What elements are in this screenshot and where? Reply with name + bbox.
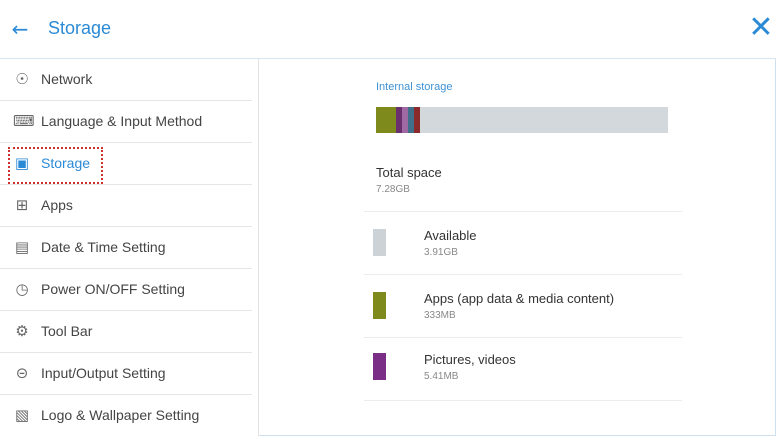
sidebar-item-date-time[interactable]: ▤ Date & Time Setting	[0, 227, 252, 269]
section-title: Internal storage	[376, 81, 453, 93]
calendar-icon: ▤	[14, 238, 30, 256]
storage-row-value: 5.41MB	[424, 371, 459, 382]
sidebar-item-label: Power ON/OFF Setting	[41, 281, 185, 297]
apps-swatch	[373, 292, 386, 319]
storage-row-value: 333MB	[424, 310, 456, 321]
sidebar-item-label: Date & Time Setting	[41, 239, 166, 255]
page-title: Storage	[48, 18, 112, 38]
sidebar-item-tool-bar[interactable]: ⚙ Tool Bar	[0, 311, 252, 353]
settings-sidebar: ☉ Network ⌨ Language & Input Method ▣ St…	[0, 59, 259, 436]
storage-row-label: Pictures, videos	[424, 352, 516, 367]
globe-icon: ☉	[15, 70, 29, 88]
back-arrow-icon[interactable]: ←	[9, 16, 31, 42]
keyboard-icon: ⌨	[13, 112, 35, 130]
available-swatch	[373, 229, 386, 256]
sidebar-item-label: Network	[41, 71, 93, 87]
storage-usage-bar	[376, 107, 668, 133]
sidebar-item-network[interactable]: ☉ Network	[0, 59, 252, 101]
sidebar-item-power-on-off[interactable]: ◷ Power ON/OFF Setting	[0, 269, 252, 311]
image-icon: ▧	[14, 406, 30, 424]
apps-grid-icon: ⊞	[15, 196, 29, 214]
sidebar-item-label: Tool Bar	[41, 323, 93, 339]
sidebar-item-apps[interactable]: ⊞ Apps	[0, 185, 252, 227]
storage-row-label: Apps (app data & media content)	[424, 291, 615, 306]
storage-row-label: Available	[424, 228, 477, 243]
storage-panel: Internal storage Total space 7.28GB Avai…	[259, 59, 776, 436]
total-space-row: Total space 7.28GB	[364, 149, 682, 212]
sidebar-item-language-input[interactable]: ⌨ Language & Input Method	[0, 101, 252, 143]
storage-row-apps[interactable]: Apps (app data & media content) 333MB	[364, 275, 682, 338]
sidebar-item-label: Language & Input Method	[41, 113, 203, 129]
total-space-label: Total space	[376, 165, 442, 180]
storage-row-value: 3.91GB	[424, 247, 458, 258]
storage-row-pictures-videos[interactable]: Pictures, videos 5.41MB	[364, 338, 682, 401]
usage-bar-segment	[413, 107, 420, 133]
selection-highlight	[8, 147, 103, 184]
tool-gear-icon: ⚙	[15, 322, 29, 340]
storage-row-available[interactable]: Available 3.91GB	[364, 212, 682, 275]
sidebar-item-label: Logo & Wallpaper Setting	[41, 407, 200, 423]
sidebar-item-logo-wallpaper[interactable]: ▧ Logo & Wallpaper Setting	[0, 395, 252, 436]
usage-bar-segment	[376, 107, 397, 133]
pictures-swatch	[373, 353, 386, 380]
input-output-icon: ⊝	[15, 364, 29, 382]
close-icon[interactable]: ✕	[746, 12, 776, 44]
power-timer-icon: ◷	[15, 280, 29, 298]
sidebar-item-label: Input/Output Setting	[41, 365, 166, 381]
header-bar: ← Storage ✕	[0, 0, 776, 59]
sidebar-item-input-output[interactable]: ⊝ Input/Output Setting	[0, 353, 252, 395]
sidebar-item-label: Apps	[41, 197, 73, 213]
total-space-value: 7.28GB	[376, 184, 410, 195]
